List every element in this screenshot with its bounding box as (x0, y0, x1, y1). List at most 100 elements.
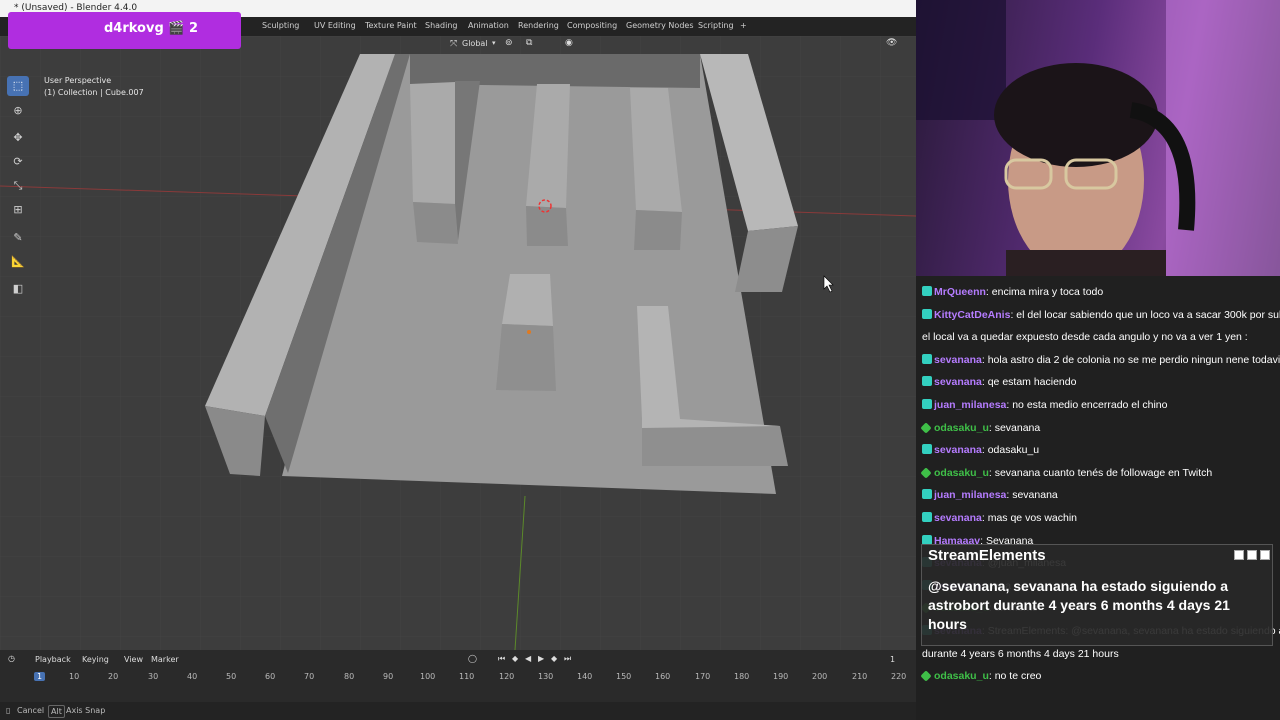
view-name: User Perspective (44, 76, 112, 85)
jump-end-icon[interactable]: ⏭ (564, 654, 571, 664)
chat-username[interactable]: MrQueenn (934, 286, 986, 298)
streamelements-popup: StreamElements @sevanana, sevanana ha es… (921, 544, 1273, 646)
channel-badge: d4rkovg 🎬 2 (8, 12, 241, 49)
chat-username[interactable]: KittyCatDeAnis (934, 309, 1010, 321)
next-keyframe-icon[interactable]: ◆ (551, 654, 557, 663)
frame-tick: 70 (304, 672, 315, 681)
select-box-tool-icon[interactable]: ⬚ (7, 76, 29, 96)
frame-tick: 100 (420, 672, 436, 681)
frame-tick: 140 (577, 672, 593, 681)
alt-key-hint: Alt (48, 705, 65, 718)
tab-scripting[interactable]: Scripting (698, 21, 734, 30)
transform-tool-icon[interactable]: ⊞ (7, 200, 29, 220)
chat-text: el del locar sabiendo que un loco va a s… (1016, 308, 1280, 321)
chat-message: odasaku_u: sevanana cuanto tenés de foll… (920, 464, 1278, 483)
frame-tick: 40 (187, 672, 198, 681)
playback-menu[interactable]: Playback (35, 655, 71, 664)
3d-viewport[interactable]: User Perspective (1) Collection | Cube.0… (0, 36, 916, 650)
chat-text: mas qe vos wachin (987, 512, 1078, 524)
status-bar: ▯ Cancel Alt Axis Snap (0, 702, 916, 720)
frame-tick: 20 (108, 672, 119, 681)
chat-username[interactable]: sevanana (934, 512, 982, 524)
pivot-icon[interactable]: ⊚ (505, 38, 513, 48)
record-icon[interactable]: ◯ (468, 654, 477, 663)
tab-geometry-nodes[interactable]: Geometry Nodes (626, 21, 693, 30)
chat-message: MrQueenn: encima mira y toca todo (922, 283, 1278, 302)
frame-tick: 150 (616, 672, 632, 681)
popup-message: @sevanana, sevanana ha estado siguiendo … (928, 578, 1230, 632)
chat-message: juan_milanesa: sevanana (922, 486, 1278, 505)
frame-ruler[interactable]: 1 10 20 30 40 50 60 70 80 90 100 110 120… (0, 670, 916, 684)
tab-rendering[interactable]: Rendering (518, 21, 559, 30)
minimize-icon[interactable] (1234, 550, 1244, 560)
webcam-image (916, 0, 1280, 276)
visibility-icon[interactable]: 👁 (886, 38, 897, 48)
jump-start-icon[interactable]: ⏮ (498, 654, 505, 664)
annotate-tool-icon[interactable]: ✎ (7, 228, 29, 248)
keying-menu[interactable]: Keying (82, 655, 109, 664)
chat-message: el local va a quedar expuesto desde cada… (922, 328, 1278, 347)
measure-tool-icon[interactable]: 📐 (7, 252, 29, 272)
frame-tick: 10 (69, 672, 80, 681)
chat-badge-icon (922, 512, 932, 522)
tab-uv-editing[interactable]: UV Editing (314, 21, 356, 30)
orientation-icon: ⤧ (450, 39, 458, 49)
chat-text: no te creo (994, 670, 1042, 683)
chat-username[interactable]: sevanana (934, 444, 982, 456)
close-icon[interactable] (1260, 550, 1270, 560)
tab-sculpting[interactable]: Sculpting (262, 21, 299, 30)
chat-message: KittyCatDeAnis: el del locar sabiendo qu… (922, 306, 1280, 325)
frame-tick: 160 (655, 672, 671, 681)
collection-info: (1) Collection | Cube.007 (44, 88, 144, 97)
frame-tick: 30 (148, 672, 159, 681)
add-cube-tool-icon[interactable]: ◧ (7, 279, 29, 299)
cursor-tool-icon[interactable]: ⊕ (7, 101, 29, 121)
frame-tick: 180 (734, 672, 750, 681)
maximize-icon[interactable] (1247, 550, 1257, 560)
chat-username[interactable]: sevanana (934, 354, 982, 366)
chat-message: sevanana: hola astro dia 2 de colonia no… (922, 351, 1280, 370)
tab-compositing[interactable]: Compositing (567, 21, 617, 30)
tab-shading[interactable]: Shading (425, 21, 458, 30)
chat-username[interactable]: odasaku_u (934, 670, 989, 682)
chat-badge-icon (922, 489, 932, 500)
chat-badge-icon (922, 286, 932, 296)
scene-render (0, 36, 916, 650)
chat-username[interactable]: odasaku_u (934, 467, 989, 479)
move-tool-icon[interactable]: ✥ (7, 128, 29, 148)
chat-message: sevanana: odasaku_u (922, 441, 1278, 460)
editor-type-icon[interactable]: ◷ (8, 654, 15, 663)
snap-icon[interactable]: ⧉ (526, 38, 532, 48)
chat-username[interactable]: juan_milanesa (934, 489, 1006, 501)
chat-text: odasaku_u (987, 444, 1040, 457)
chat-username[interactable]: odasaku_u (934, 422, 989, 434)
chat-username[interactable]: juan_milanesa (934, 399, 1006, 411)
frame-tick: 220 (891, 672, 907, 681)
frame-tick: 90 (383, 672, 394, 681)
chat-badge-icon (922, 353, 932, 364)
prev-keyframe-icon[interactable]: ◆ (512, 654, 518, 663)
rotate-tool-icon[interactable]: ⟳ (7, 152, 29, 172)
marker-menu[interactable]: Marker (151, 655, 179, 664)
chat-badge-icon (920, 421, 932, 434)
play-reverse-icon[interactable]: ◀ (525, 654, 531, 663)
chat-text: sevanana (994, 421, 1041, 434)
current-frame-field[interactable]: 1 (890, 655, 895, 664)
scale-tool-icon[interactable]: ⤡ (7, 176, 29, 196)
chat-message: juan_milanesa: no esta medio encerrado e… (922, 396, 1278, 415)
popup-title: StreamElements (928, 547, 1046, 564)
frame-tick: 60 (265, 672, 276, 681)
add-workspace-button[interactable]: + (740, 21, 747, 30)
frame-tick: 190 (773, 672, 789, 681)
frame-tick: 200 (812, 672, 828, 681)
tab-texture-paint[interactable]: Texture Paint (365, 21, 417, 30)
chat-text: el local va a quedar expuesto desde cada… (922, 331, 1248, 344)
chat-badge-icon (920, 467, 932, 479)
chat-badge-icon (922, 399, 932, 409)
tab-animation[interactable]: Animation (468, 21, 509, 30)
proportional-edit-icon[interactable]: ◉ (565, 38, 573, 48)
view-menu[interactable]: View (124, 655, 143, 664)
transform-orientation-dropdown[interactable]: Global (462, 39, 488, 48)
play-icon[interactable]: ▶ (538, 654, 544, 663)
chat-username[interactable]: sevanana (934, 376, 982, 388)
